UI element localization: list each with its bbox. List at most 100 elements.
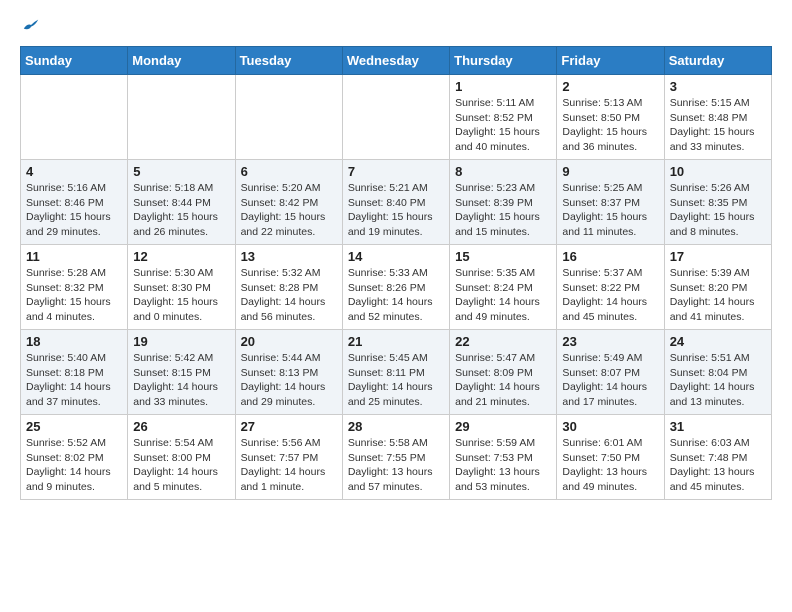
- day-number: 1: [455, 79, 551, 94]
- calendar-day-cell: 31 Sunrise: 6:03 AMSunset: 7:48 PMDayligh…: [664, 415, 771, 500]
- calendar-day-cell: 11Sunrise: 5:28 AMSunset: 8:32 PMDayligh…: [21, 245, 128, 330]
- calendar-day-cell: [342, 75, 449, 160]
- calendar-day-cell: 20 Sunrise: 5:44 AMSunset: 8:13 PMDayligh…: [235, 330, 342, 415]
- day-info: Sunrise: 5:21 AMSunset: 8:40 PMDaylight:…: [348, 181, 444, 240]
- calendar-day-cell: 2 Sunrise: 5:13 AMSunset: 8:50 PMDaylight…: [557, 75, 664, 160]
- calendar-day-cell: 14 Sunrise: 5:33 AMSunset: 8:26 PMDayligh…: [342, 245, 449, 330]
- calendar-day-cell: 1 Sunrise: 5:11 AMSunset: 8:52 PMDaylight…: [450, 75, 557, 160]
- day-number: 28: [348, 419, 444, 434]
- calendar-week-row: 11Sunrise: 5:28 AMSunset: 8:32 PMDayligh…: [21, 245, 772, 330]
- day-number: 14: [348, 249, 444, 264]
- day-number: 11: [26, 249, 122, 264]
- calendar-day-cell: 19 Sunrise: 5:42 AMSunset: 8:15 PMDayligh…: [128, 330, 235, 415]
- day-number: 20: [241, 334, 337, 349]
- weekday-header-friday: Friday: [557, 47, 664, 75]
- day-info: Sunrise: 5:25 AMSunset: 8:37 PMDaylight:…: [562, 181, 658, 240]
- calendar-table: SundayMondayTuesdayWednesdayThursdayFrid…: [20, 46, 772, 500]
- day-info: Sunrise: 5:13 AMSunset: 8:50 PMDaylight:…: [562, 96, 658, 155]
- calendar-day-cell: 12 Sunrise: 5:30 AMSunset: 8:30 PMDayligh…: [128, 245, 235, 330]
- day-number: 29: [455, 419, 551, 434]
- calendar-day-cell: 21Sunrise: 5:45 AMSunset: 8:11 PMDayligh…: [342, 330, 449, 415]
- day-info: Sunrise: 5:42 AMSunset: 8:15 PMDaylight:…: [133, 351, 229, 410]
- weekday-header-sunday: Sunday: [21, 47, 128, 75]
- day-number: 7: [348, 164, 444, 179]
- header: [20, 16, 772, 36]
- day-number: 3: [670, 79, 766, 94]
- day-number: 22: [455, 334, 551, 349]
- calendar-day-cell: 27 Sunrise: 5:56 AMSunset: 7:57 PMDayligh…: [235, 415, 342, 500]
- day-number: 23: [562, 334, 658, 349]
- day-number: 24: [670, 334, 766, 349]
- day-info: Sunrise: 5:18 AMSunset: 8:44 PMDaylight:…: [133, 181, 229, 240]
- calendar-day-cell: 29Sunrise: 5:59 AMSunset: 7:53 PMDayligh…: [450, 415, 557, 500]
- day-number: 17: [670, 249, 766, 264]
- calendar-day-cell: [21, 75, 128, 160]
- day-number: 27: [241, 419, 337, 434]
- weekday-header-saturday: Saturday: [664, 47, 771, 75]
- day-info: Sunrise: 5:49 AMSunset: 8:07 PMDaylight:…: [562, 351, 658, 410]
- calendar-day-cell: [128, 75, 235, 160]
- calendar-day-cell: 24 Sunrise: 5:51 AMSunset: 8:04 PMDayligh…: [664, 330, 771, 415]
- day-info: Sunrise: 5:35 AMSunset: 8:24 PMDaylight:…: [455, 266, 551, 325]
- day-info: Sunrise: 5:54 AMSunset: 8:00 PMDaylight:…: [133, 436, 229, 495]
- day-info: Sunrise: 5:51 AMSunset: 8:04 PMDaylight:…: [670, 351, 766, 410]
- day-info: Sunrise: 5:26 AMSunset: 8:35 PMDaylight:…: [670, 181, 766, 240]
- day-info: Sunrise: 5:37 AMSunset: 8:22 PMDaylight:…: [562, 266, 658, 325]
- calendar-day-cell: 18 Sunrise: 5:40 AMSunset: 8:18 PMDayligh…: [21, 330, 128, 415]
- calendar-day-cell: 25Sunrise: 5:52 AMSunset: 8:02 PMDayligh…: [21, 415, 128, 500]
- day-info: Sunrise: 5:47 AMSunset: 8:09 PMDaylight:…: [455, 351, 551, 410]
- calendar-day-cell: 30 Sunrise: 6:01 AMSunset: 7:50 PMDayligh…: [557, 415, 664, 500]
- day-number: 6: [241, 164, 337, 179]
- calendar-day-cell: 13 Sunrise: 5:32 AMSunset: 8:28 PMDayligh…: [235, 245, 342, 330]
- day-number: 19: [133, 334, 229, 349]
- calendar-day-cell: 3Sunrise: 5:15 AMSunset: 8:48 PMDaylight…: [664, 75, 771, 160]
- weekday-header-wednesday: Wednesday: [342, 47, 449, 75]
- day-number: 31: [670, 419, 766, 434]
- day-number: 15: [455, 249, 551, 264]
- calendar-week-row: 25Sunrise: 5:52 AMSunset: 8:02 PMDayligh…: [21, 415, 772, 500]
- day-info: Sunrise: 5:40 AMSunset: 8:18 PMDaylight:…: [26, 351, 122, 410]
- day-number: 18: [26, 334, 122, 349]
- day-info: Sunrise: 5:32 AMSunset: 8:28 PMDaylight:…: [241, 266, 337, 325]
- day-info: Sunrise: 5:20 AMSunset: 8:42 PMDaylight:…: [241, 181, 337, 240]
- day-number: 8: [455, 164, 551, 179]
- calendar-day-cell: 6 Sunrise: 5:20 AMSunset: 8:42 PMDaylight…: [235, 160, 342, 245]
- calendar-day-cell: 10 Sunrise: 5:26 AMSunset: 8:35 PMDayligh…: [664, 160, 771, 245]
- calendar-day-cell: 4 Sunrise: 5:16 AMSunset: 8:46 PMDaylight…: [21, 160, 128, 245]
- calendar-day-cell: 26 Sunrise: 5:54 AMSunset: 8:00 PMDayligh…: [128, 415, 235, 500]
- day-info: Sunrise: 6:03 AMSunset: 7:48 PMDaylight:…: [670, 436, 766, 495]
- day-info: Sunrise: 5:11 AMSunset: 8:52 PMDaylight:…: [455, 96, 551, 155]
- calendar-week-row: 1 Sunrise: 5:11 AMSunset: 8:52 PMDaylight…: [21, 75, 772, 160]
- day-info: Sunrise: 5:44 AMSunset: 8:13 PMDaylight:…: [241, 351, 337, 410]
- day-info: Sunrise: 5:30 AMSunset: 8:30 PMDaylight:…: [133, 266, 229, 325]
- day-info: Sunrise: 5:16 AMSunset: 8:46 PMDaylight:…: [26, 181, 122, 240]
- day-info: Sunrise: 5:58 AMSunset: 7:55 PMDaylight:…: [348, 436, 444, 495]
- calendar-day-cell: 23 Sunrise: 5:49 AMSunset: 8:07 PMDayligh…: [557, 330, 664, 415]
- day-number: 9: [562, 164, 658, 179]
- day-info: Sunrise: 5:33 AMSunset: 8:26 PMDaylight:…: [348, 266, 444, 325]
- day-number: 12: [133, 249, 229, 264]
- calendar-day-cell: 28 Sunrise: 5:58 AMSunset: 7:55 PMDayligh…: [342, 415, 449, 500]
- calendar-day-cell: 9 Sunrise: 5:25 AMSunset: 8:37 PMDaylight…: [557, 160, 664, 245]
- day-number: 13: [241, 249, 337, 264]
- weekday-header-monday: Monday: [128, 47, 235, 75]
- day-number: 30: [562, 419, 658, 434]
- day-info: Sunrise: 6:01 AMSunset: 7:50 PMDaylight:…: [562, 436, 658, 495]
- day-number: 21: [348, 334, 444, 349]
- logo-bird-icon: [22, 16, 40, 34]
- calendar-week-row: 4 Sunrise: 5:16 AMSunset: 8:46 PMDaylight…: [21, 160, 772, 245]
- day-number: 26: [133, 419, 229, 434]
- calendar-day-cell: 22 Sunrise: 5:47 AMSunset: 8:09 PMDayligh…: [450, 330, 557, 415]
- calendar-day-cell: 8Sunrise: 5:23 AMSunset: 8:39 PMDaylight…: [450, 160, 557, 245]
- weekday-header-tuesday: Tuesday: [235, 47, 342, 75]
- day-number: 2: [562, 79, 658, 94]
- calendar-week-row: 18 Sunrise: 5:40 AMSunset: 8:18 PMDayligh…: [21, 330, 772, 415]
- calendar-day-cell: 15 Sunrise: 5:35 AMSunset: 8:24 PMDayligh…: [450, 245, 557, 330]
- day-info: Sunrise: 5:56 AMSunset: 7:57 PMDaylight:…: [241, 436, 337, 495]
- calendar-day-cell: [235, 75, 342, 160]
- weekday-header-thursday: Thursday: [450, 47, 557, 75]
- weekday-header-row: SundayMondayTuesdayWednesdayThursdayFrid…: [21, 47, 772, 75]
- day-number: 25: [26, 419, 122, 434]
- day-number: 10: [670, 164, 766, 179]
- day-number: 4: [26, 164, 122, 179]
